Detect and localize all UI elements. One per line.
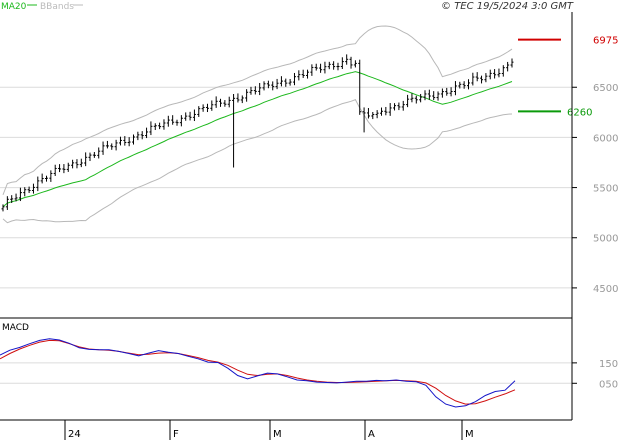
price-tick-label: 6500 (593, 83, 618, 94)
x-tick-label: M (273, 429, 282, 440)
legend-ma20-label: MA20 (1, 2, 27, 12)
price-tick-label: 6000 (593, 133, 618, 144)
legend-bbands-label: BBands (40, 2, 74, 12)
x-tick-label: M (465, 429, 474, 440)
macd-tick-label: 150 (599, 359, 618, 370)
copyright-text: © TEC 19/5/2024 3:0 GMT (441, 1, 574, 12)
target-label-6975: 6975 (593, 36, 618, 47)
stock-chart: MA20 BBands © TEC 19/5/2024 3:0 GMT 6500… (0, 0, 627, 440)
x-tick-label: A (368, 429, 375, 440)
target-label-6260: 6260 (567, 107, 592, 118)
price-tick-label: 4500 (593, 284, 618, 295)
macd-panel-label: MACD (2, 323, 29, 333)
price-tick-label: 5000 (593, 234, 618, 245)
price-tick-label: 5500 (593, 184, 618, 195)
macd-tick-label: 050 (599, 379, 618, 390)
x-tick-label: F (173, 429, 179, 440)
x-tick-label: 24 (68, 429, 81, 440)
chart-legend: MA20 BBands (1, 2, 83, 12)
